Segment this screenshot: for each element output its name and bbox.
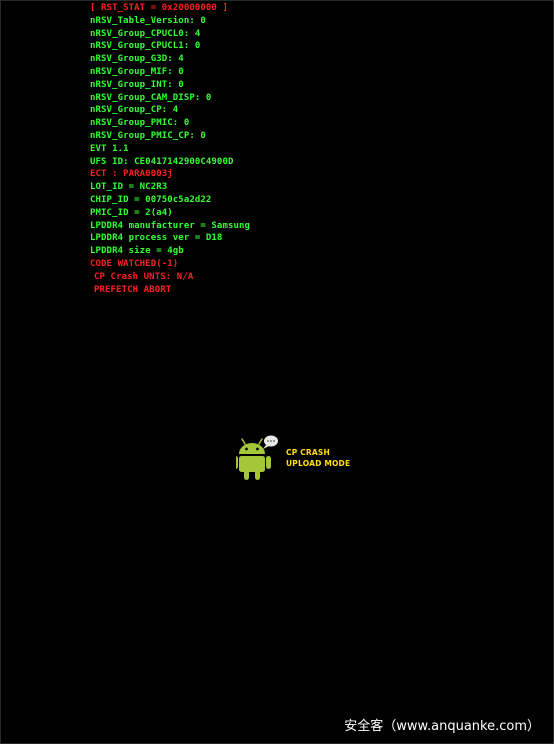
crash-status: CP CRASH UPLOAD MODE — [286, 447, 350, 469]
log-line: CP Crash UNTS: N/A — [94, 271, 194, 282]
log-line: nRSV_Group_CAM_DISP: 0 — [90, 92, 212, 103]
log-line: ECT : PARA0003j — [90, 169, 173, 180]
log-line: LOT_ID = NC2R3 — [90, 182, 168, 193]
log-line: nRSV_Group_G3D: 4 — [90, 54, 184, 65]
watermark: 安全客（www.anquanke.com） — [344, 719, 540, 734]
log-line: nRSV_Group_CP: 4 — [90, 105, 179, 116]
log-line: LPDDR4 size = 4gb — [90, 246, 184, 257]
boot-log: [ RST_STAT = 0x20000000 ] nRSV_Table_Vers… — [90, 2, 250, 296]
log-line: PREFETCH ABORT — [94, 284, 172, 295]
log-line: nRSV_Group_CPUCL1: 0 — [90, 41, 201, 52]
log-line: CODE WATCHED(-1) — [90, 258, 179, 269]
log-line: LPDDR4 manufacturer = Samsung — [90, 220, 251, 231]
speech-bubble-icon — [263, 435, 278, 449]
log-line: CHIP_ID = 00750c5a2d22 — [90, 194, 212, 205]
log-line: nRSV_Group_PMIC_CP: 0 — [90, 130, 206, 141]
android-robot-icon — [236, 435, 278, 480]
log-line: nRSV_Group_PMIC: 0 — [90, 118, 190, 129]
log-line: PMIC_ID = 2(a4) — [90, 207, 173, 218]
log-line: nRSV_Group_CPUCL0: 4 — [90, 28, 201, 39]
log-line: LPDDR4 process ver = D18 — [90, 233, 223, 244]
log-line: nRSV_Table_Version: 0 — [90, 15, 206, 26]
crash-status-line2: UPLOAD MODE — [286, 459, 351, 468]
log-line: nRSV_Group_INT: 0 — [90, 79, 184, 90]
log-line: EVT 1.1 — [90, 143, 129, 154]
log-line: UFS ID: CE0417142900C4900D — [90, 156, 234, 167]
screen-frame — [0, 0, 554, 744]
log-line: nRSV_Group_MIF: 0 — [90, 66, 184, 77]
crash-status-line1: CP CRASH — [286, 448, 330, 457]
log-line: [ RST_STAT = 0x20000000 ] — [90, 3, 228, 13]
